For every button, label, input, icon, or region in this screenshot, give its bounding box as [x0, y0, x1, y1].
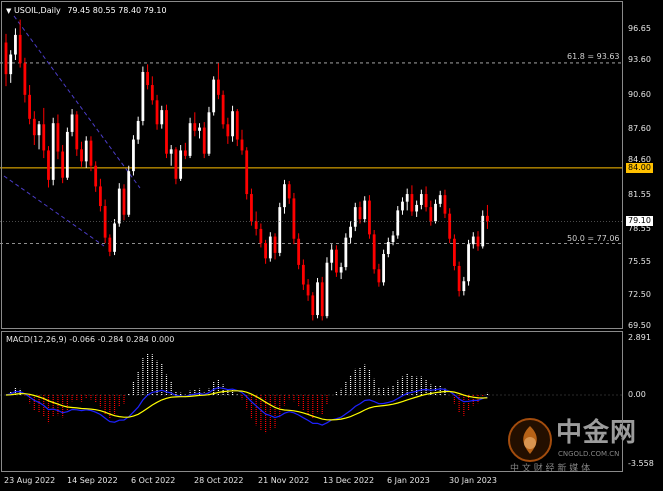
- price-pane-border: [1, 1, 623, 329]
- date-tick: 28 Oct 2022: [194, 476, 244, 485]
- price-tick: 75.55: [628, 257, 651, 266]
- macd-tick: 0.00: [628, 390, 646, 399]
- date-tick: 21 Nov 2022: [258, 476, 310, 485]
- macd-pane-border: [1, 331, 623, 472]
- date-tick: 6 Oct 2022: [131, 476, 176, 485]
- current-price-badge: 79.10: [626, 216, 653, 226]
- price-tick: 87.60: [628, 124, 651, 133]
- date-tick: 13 Dec 2022: [323, 476, 375, 485]
- price-tick: 93.60: [628, 55, 651, 64]
- macd-tick: 2.891: [628, 333, 651, 342]
- date-tick: 23 Aug 2022: [4, 476, 56, 485]
- price-tick: 90.60: [628, 90, 651, 99]
- trading-terminal: ▼ USOIL,Daily 79.45 80.55 78.40 79.10 61…: [0, 0, 663, 491]
- price-tick: 69.50: [628, 321, 651, 330]
- date-tick: 30 Jan 2023: [449, 476, 497, 485]
- highlight-level-badge: 84.00: [626, 163, 653, 173]
- date-tick: 14 Sep 2022: [67, 476, 118, 485]
- price-tick: 81.55: [628, 190, 651, 199]
- price-tick: 96.65: [628, 24, 651, 33]
- date-axis[interactable]: 23 Aug 2022 14 Sep 2022 6 Oct 2022 28 Oc…: [0, 472, 663, 491]
- date-tick: 6 Jan 2023: [387, 476, 430, 485]
- price-tick: 72.50: [628, 290, 651, 299]
- price-axis[interactable]: 96.65 93.60 90.60 87.60 84.60 81.55 78.5…: [623, 0, 663, 330]
